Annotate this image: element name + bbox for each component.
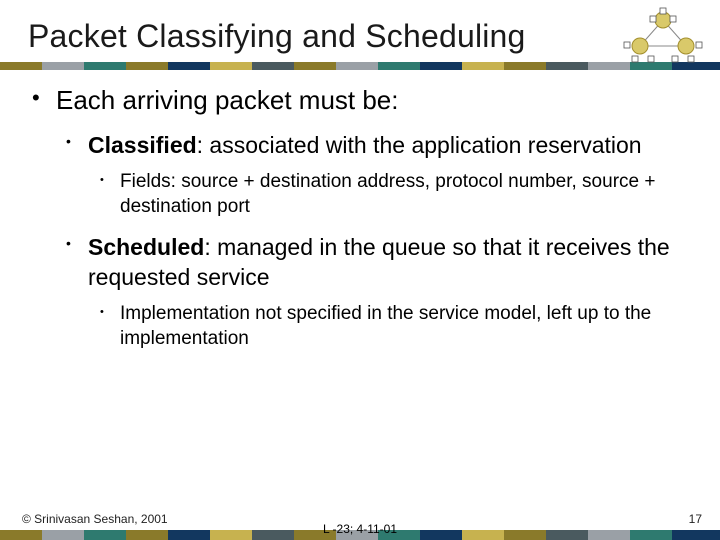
scheduled-sub-text: Implementation not specified in the serv…: [120, 303, 651, 349]
bullet-classified: Classified: associated with the applicat…: [56, 131, 692, 220]
content-area: Each arriving packet must be: Classified…: [28, 84, 692, 366]
classified-rest: : associated with the application reserv…: [197, 132, 642, 158]
bullet-l1-text: Each arriving packet must be:: [56, 85, 399, 115]
title-underline: [0, 62, 720, 70]
bullet-scheduled-sub: Implementation not specified in the serv…: [88, 302, 692, 351]
bullet-scheduled: Scheduled: managed in the queue so that …: [56, 233, 692, 351]
classified-sub-text: Fields: source + destination address, pr…: [120, 171, 655, 217]
bullet-l1: Each arriving packet must be: Classified…: [28, 84, 692, 352]
bullet-classified-sub: Fields: source + destination address, pr…: [88, 170, 692, 219]
term-scheduled: Scheduled: [88, 234, 204, 260]
slide: Packet Classifying and Scheduling: [0, 0, 720, 540]
network-graphic-icon: [618, 6, 708, 64]
slide-title: Packet Classifying and Scheduling: [28, 18, 692, 55]
footer: © Srinivasan Seshan, 2001 17 L -23; 4-11…: [0, 512, 720, 540]
footer-lecture-id: L -23; 4-11-01: [0, 522, 720, 536]
term-classified: Classified: [88, 132, 197, 158]
